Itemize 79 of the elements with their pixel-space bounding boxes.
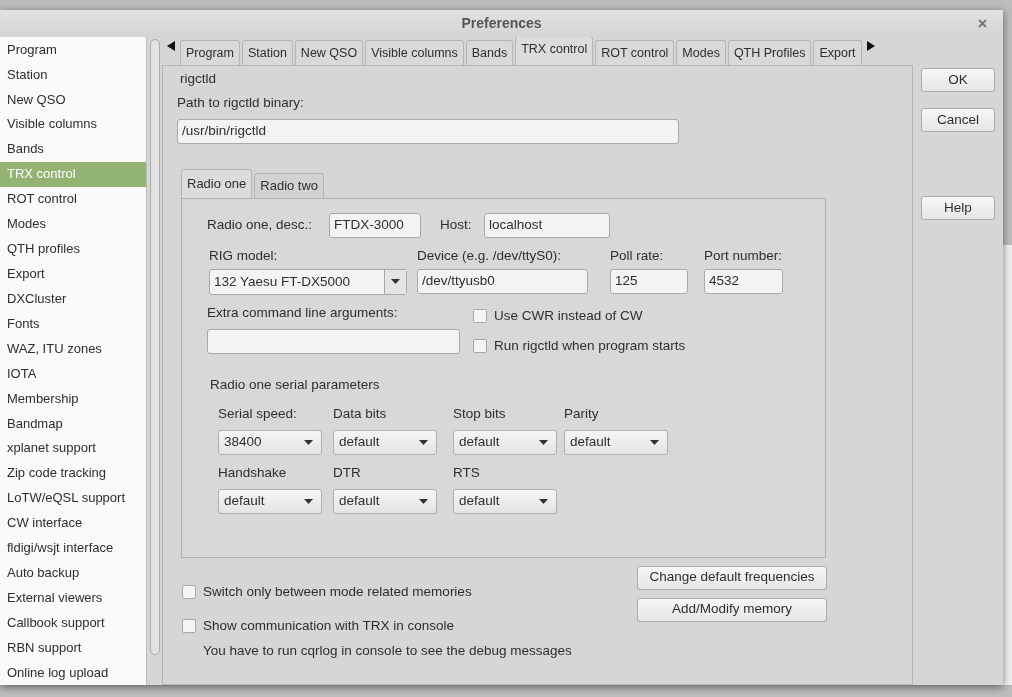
sidebar-item[interactable]: Program xyxy=(0,37,146,62)
tab[interactable]: Radio two xyxy=(254,172,325,198)
sidebar-item[interactable]: Online log upload xyxy=(0,660,146,685)
field-label: Poll rate: xyxy=(610,246,665,265)
tab[interactable]: Station xyxy=(241,40,293,65)
tab[interactable]: Program xyxy=(180,40,240,65)
tab[interactable]: QTH Profiles xyxy=(727,40,812,65)
tab[interactable]: Visible columns xyxy=(365,40,464,65)
tab[interactable]: Bands xyxy=(465,40,514,65)
description-input[interactable]: FTDX-3000 xyxy=(329,212,421,238)
dropdown[interactable]: default xyxy=(333,429,437,455)
dropdown[interactable]: default xyxy=(453,489,557,514)
tab[interactable]: Export xyxy=(813,40,862,65)
button[interactable]: Cancel xyxy=(921,108,995,132)
button[interactable]: Add/Modify memory xyxy=(637,597,827,622)
sidebar-item[interactable]: New QSO xyxy=(0,86,146,112)
sidebar-item[interactable]: Station xyxy=(0,61,146,87)
sidebar-item[interactable]: External viewers xyxy=(0,585,146,611)
rig-model-combo[interactable]: 132 Yaesu FT-DX5000 xyxy=(209,268,407,295)
tab[interactable]: ROT control xyxy=(595,40,675,65)
button[interactable]: Change default frequencies xyxy=(637,565,827,590)
field-label: Host: xyxy=(440,215,473,234)
sidebar-item[interactable]: QTH profiles xyxy=(0,236,146,262)
button[interactable]: OK xyxy=(921,68,995,92)
tab[interactable]: Modes xyxy=(676,40,726,65)
sidebar-item[interactable]: fldigi/wsjt interface xyxy=(0,535,146,561)
field-label: Path to rigctld binary: xyxy=(177,94,305,113)
sidebar-item[interactable]: RBN support xyxy=(0,635,146,661)
sidebar-item[interactable]: Callbook support xyxy=(0,610,146,636)
sidebar-item[interactable]: ROT control xyxy=(0,186,146,212)
tab[interactable]: TRX control xyxy=(515,36,594,65)
sidebar-item[interactable]: Auto backup xyxy=(0,560,146,586)
checkbox-label: Switch only between mode related memories xyxy=(203,582,472,601)
poll-rate-input[interactable]: 125 xyxy=(610,268,688,294)
sidebar-item[interactable]: DXCluster xyxy=(0,286,146,312)
field-label: Extra command line arguments: xyxy=(207,303,399,322)
sidebar-item[interactable]: CW interface xyxy=(0,510,146,536)
sidebar-item[interactable]: WAZ, ITU zones xyxy=(0,336,146,361)
field-label: Handshake xyxy=(218,463,288,482)
field-label: DTR xyxy=(333,463,362,482)
sidebar-item[interactable]: Visible columns xyxy=(0,111,146,137)
field-label: Port number: xyxy=(704,246,783,265)
host-input[interactable]: localhost xyxy=(484,212,610,238)
field-label: Data bits xyxy=(333,404,388,423)
window-title: Preferences xyxy=(461,14,542,33)
sidebar-item[interactable]: LoTW/eQSL support xyxy=(0,485,146,511)
sidebar-item[interactable]: xplanet support xyxy=(0,435,146,461)
tab[interactable]: New QSO xyxy=(294,40,364,65)
device-input[interactable]: /dev/ttyusb0 xyxy=(417,268,588,294)
sidebar-item[interactable]: Bandmap xyxy=(0,410,146,436)
sidebar-item[interactable]: Export xyxy=(0,261,146,287)
path-input[interactable]: /usr/bin/rigctld xyxy=(177,118,679,144)
sidebar-item[interactable]: Membership xyxy=(0,385,146,411)
checkbox-label: Show communication with TRX in console xyxy=(203,616,455,635)
sidebar-item[interactable]: Fonts xyxy=(0,311,146,337)
sidebar-item[interactable]: IOTA xyxy=(0,361,146,386)
dropdown[interactable]: default xyxy=(218,489,322,514)
checkbox-label: Run rigctld when program starts xyxy=(494,337,686,355)
dropdown[interactable]: 38400 xyxy=(218,429,322,455)
field-label: Serial speed: xyxy=(218,404,298,423)
field-label: Stop bits xyxy=(453,404,507,423)
port-input[interactable]: 4532 xyxy=(704,268,783,294)
field-label: Parity xyxy=(564,404,600,423)
note-text: You have to run cqrlog in console to see the debug messages xyxy=(203,642,572,660)
field-label: RIG model: xyxy=(209,246,279,265)
field-label: RTS xyxy=(453,463,481,482)
section-heading: Radio one serial parameters xyxy=(210,376,381,395)
tab[interactable]: Radio one xyxy=(181,168,253,198)
sidebar-item[interactable]: Modes xyxy=(0,211,146,237)
dropdown[interactable]: default xyxy=(333,489,437,514)
field-label: Radio one, desc.: xyxy=(207,215,314,234)
sidebar-item[interactable]: Zip code tracking xyxy=(0,460,146,486)
section-heading: rigctld xyxy=(180,70,217,88)
button[interactable]: Help xyxy=(921,196,995,220)
dropdown[interactable]: default xyxy=(564,429,668,455)
dropdown[interactable]: default xyxy=(453,429,557,455)
field-label: Device (e.g. /dev/ttyS0): xyxy=(417,246,563,265)
sidebar-item[interactable]: Bands xyxy=(0,136,146,162)
checkbox-label: Use CWR instead of CW xyxy=(494,306,643,325)
